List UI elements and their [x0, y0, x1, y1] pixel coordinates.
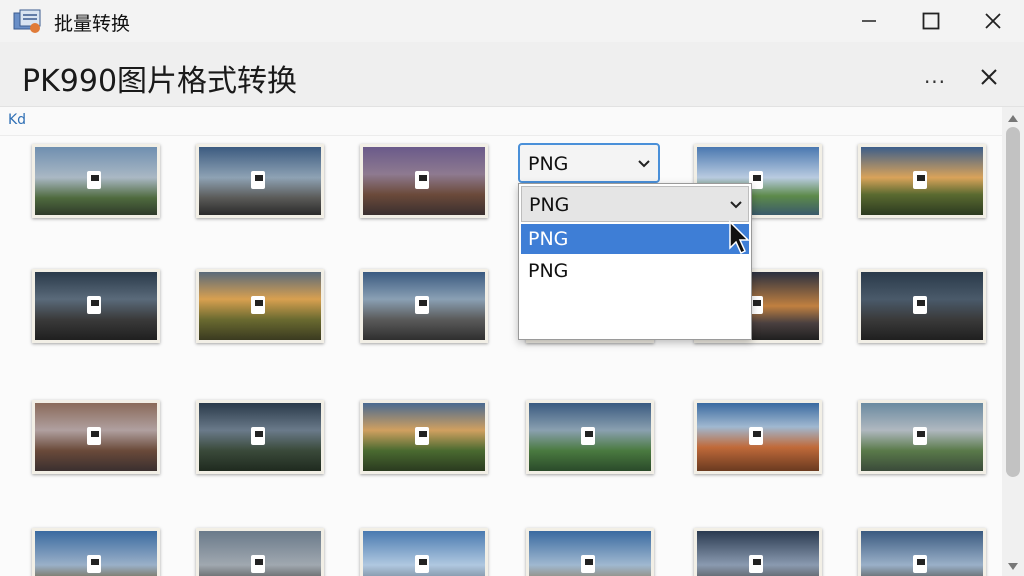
image-thumbnail[interactable]: [196, 400, 324, 474]
image-type-icon: [415, 296, 429, 314]
image-thumbnail[interactable]: [360, 400, 488, 474]
image-thumbnail[interactable]: [196, 144, 324, 218]
breadcrumb-item[interactable]: Kd: [8, 112, 26, 128]
image-thumbnail[interactable]: [32, 144, 160, 218]
image-type-icon: [251, 296, 265, 314]
image-type-icon: [415, 555, 429, 573]
image-type-icon: [87, 427, 101, 445]
chevron-down-icon: [730, 201, 742, 209]
scrollbar-thumb[interactable]: [1006, 127, 1020, 477]
dropdown-option-label: PNG: [528, 228, 569, 250]
image-type-icon: [87, 296, 101, 314]
page-title: PK990图片格式转换: [22, 64, 298, 99]
maximize-button[interactable]: [900, 0, 962, 42]
image-thumbnail[interactable]: [526, 528, 654, 576]
app-icon: [13, 9, 41, 33]
image-thumbnail[interactable]: [360, 269, 488, 343]
mouse-cursor-icon: [729, 220, 750, 255]
image-type-icon: [749, 555, 763, 573]
format-dropdown: PNG PNG PNG: [518, 183, 752, 340]
image-type-icon: [913, 296, 927, 314]
maximize-icon: [922, 12, 940, 30]
dropdown-option-label: PNG: [528, 260, 569, 282]
image-thumbnail[interactable]: [196, 269, 324, 343]
close-icon: [981, 69, 997, 85]
image-thumbnail[interactable]: [858, 269, 986, 343]
more-options-button[interactable]: ...: [918, 64, 952, 94]
image-thumbnail[interactable]: [32, 528, 160, 576]
image-type-icon: [251, 555, 265, 573]
image-thumbnail[interactable]: [32, 269, 160, 343]
header-close-button[interactable]: [974, 64, 1004, 90]
page-header: PK990图片格式转换: [0, 42, 1024, 107]
format-select-value: PNG: [528, 153, 569, 175]
image-type-icon: [251, 171, 265, 189]
dropdown-option[interactable]: PNG: [521, 256, 749, 286]
close-icon: [985, 13, 1001, 29]
vertical-scrollbar[interactable]: [1002, 107, 1024, 576]
dropdown-header-value: PNG: [529, 194, 570, 216]
minimize-button[interactable]: [838, 0, 900, 42]
image-type-icon: [749, 427, 763, 445]
image-thumbnail[interactable]: [858, 528, 986, 576]
image-type-icon: [415, 427, 429, 445]
minimize-icon: [862, 20, 876, 22]
window-title: 批量转换: [54, 13, 131, 35]
image-thumbnail[interactable]: [32, 400, 160, 474]
chevron-down-icon: [638, 160, 650, 168]
dropdown-option[interactable]: PNG: [521, 224, 749, 254]
breadcrumb: Kd: [0, 107, 1024, 136]
image-thumbnail[interactable]: [858, 400, 986, 474]
image-thumbnail[interactable]: [858, 144, 986, 218]
image-type-icon: [913, 171, 927, 189]
window-close-button[interactable]: [962, 0, 1024, 42]
image-type-icon: [581, 555, 595, 573]
scroll-up-icon[interactable]: [1008, 115, 1018, 122]
image-type-icon: [581, 427, 595, 445]
image-thumbnail[interactable]: [526, 400, 654, 474]
title-bar: 批量转换: [0, 0, 1024, 42]
image-type-icon: [913, 555, 927, 573]
dropdown-header[interactable]: PNG: [521, 186, 749, 222]
image-thumbnail[interactable]: [694, 400, 822, 474]
image-thumbnail[interactable]: [360, 528, 488, 576]
image-type-icon: [913, 427, 927, 445]
scroll-down-icon[interactable]: [1008, 563, 1018, 570]
image-gallery: [0, 136, 1002, 576]
image-type-icon: [87, 555, 101, 573]
image-thumbnail[interactable]: [694, 528, 822, 576]
image-thumbnail[interactable]: [360, 144, 488, 218]
image-thumbnail[interactable]: [196, 528, 324, 576]
format-select[interactable]: PNG: [518, 143, 660, 183]
image-type-icon: [415, 171, 429, 189]
image-type-icon: [251, 427, 265, 445]
image-type-icon: [87, 171, 101, 189]
